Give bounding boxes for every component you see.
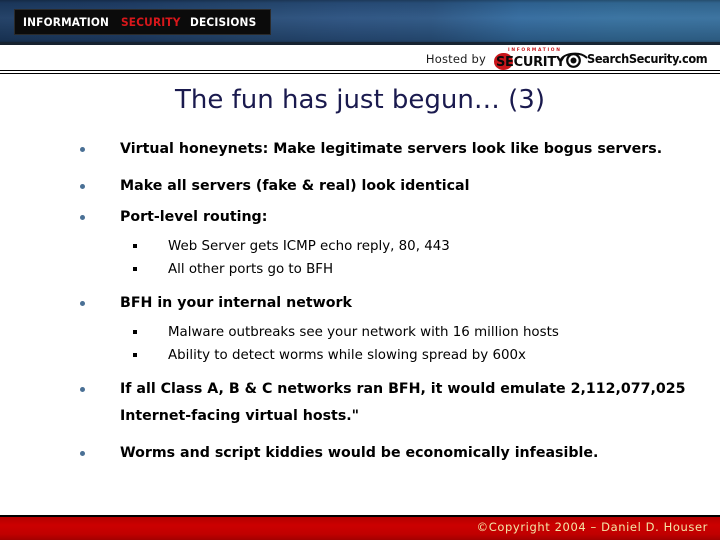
magazine-word-security: SECURITY — [496, 54, 565, 70]
header-rule-top — [0, 70, 720, 71]
sub-bullet-text: Malware outbreaks see your network with … — [168, 325, 559, 340]
logo-word-decisions: DECISIONS — [189, 15, 257, 29]
bullet-text: BFH in your internal network — [120, 295, 352, 311]
slide-body: Virtual honeynets: Make legitimate serve… — [0, 136, 720, 471]
logo-word-information: INFORMATION — [23, 15, 110, 29]
magazine-kicker-text: INFORMATION — [508, 48, 562, 53]
header-rule-bottom — [0, 73, 720, 74]
bullet-item: Make all servers (fake & real) look iden… — [0, 173, 720, 200]
bullet-text: If all Class A, B & C networks ran BFH, … — [120, 381, 686, 424]
logo-word-security: SECURITY — [120, 15, 181, 29]
sub-bullet-square-icon — [133, 330, 137, 334]
searchsecurity-logo[interactable]: SearchSecurity.com — [559, 48, 714, 70]
bullet-dot-icon — [80, 184, 85, 189]
bullet-dot-icon — [80, 451, 85, 456]
bullet-dot-icon — [80, 147, 85, 152]
information-security-decisions-logo: INFORMATION SECURITY DECISIONS — [14, 9, 272, 35]
bullet-item: Worms and script kiddies would be econom… — [0, 440, 720, 467]
sub-bullet-item: All other ports go to BFH — [0, 258, 720, 281]
bullet-dot-icon — [80, 215, 85, 220]
bullet-text: Virtual honeynets: Make legitimate serve… — [120, 141, 663, 157]
copyright-text: ©Copyright 2004 – Daniel D. Houser — [476, 520, 708, 534]
eye-icon — [559, 52, 588, 68]
footer-bar: ©Copyright 2004 – Daniel D. Houser — [0, 517, 720, 540]
bullet-dot-icon — [80, 387, 85, 392]
hosted-by-label: Hosted by — [425, 52, 486, 66]
sub-bullet-text: All other ports go to BFH — [168, 262, 334, 277]
sub-bullet-item: Ability to detect worms while slowing sp… — [0, 344, 720, 367]
header-banner: INFORMATION SECURITY DECISIONS — [0, 0, 720, 45]
sub-bullet-item: Malware outbreaks see your network with … — [0, 321, 720, 344]
bullet-text: Port-level routing: — [120, 209, 268, 225]
sub-bullet-item: Web Server gets ICMP echo reply, 80, 443 — [0, 235, 720, 258]
sub-bullet-text: Ability to detect worms while slowing sp… — [168, 348, 526, 363]
bullet-item: Virtual honeynets: Make legitimate serve… — [0, 136, 720, 163]
sub-bullet-square-icon — [133, 244, 137, 248]
bullet-text: Make all servers (fake & real) look iden… — [120, 178, 470, 194]
searchsecurity-label: SearchSecurity.com — [587, 52, 708, 66]
bullet-item: BFH in your internal network — [0, 290, 720, 317]
sub-bullet-square-icon — [133, 353, 137, 357]
bullet-item: Port-level routing: — [0, 204, 720, 231]
sub-bullet-text: Web Server gets ICMP echo reply, 80, 443 — [168, 239, 450, 254]
slide: INFORMATION SECURITY DECISIONS Hosted by… — [0, 0, 720, 540]
bullet-text: Worms and script kiddies would be econom… — [120, 445, 599, 461]
hosted-by-strip: Hosted by INFORMATION SECURITY SearchSec… — [0, 45, 720, 71]
bullet-dot-icon — [80, 301, 85, 306]
bullet-item: If all Class A, B & C networks ran BFH, … — [0, 376, 720, 430]
page-title: The fun has just begun… (3) — [175, 85, 545, 115]
sub-bullet-square-icon — [133, 267, 137, 271]
